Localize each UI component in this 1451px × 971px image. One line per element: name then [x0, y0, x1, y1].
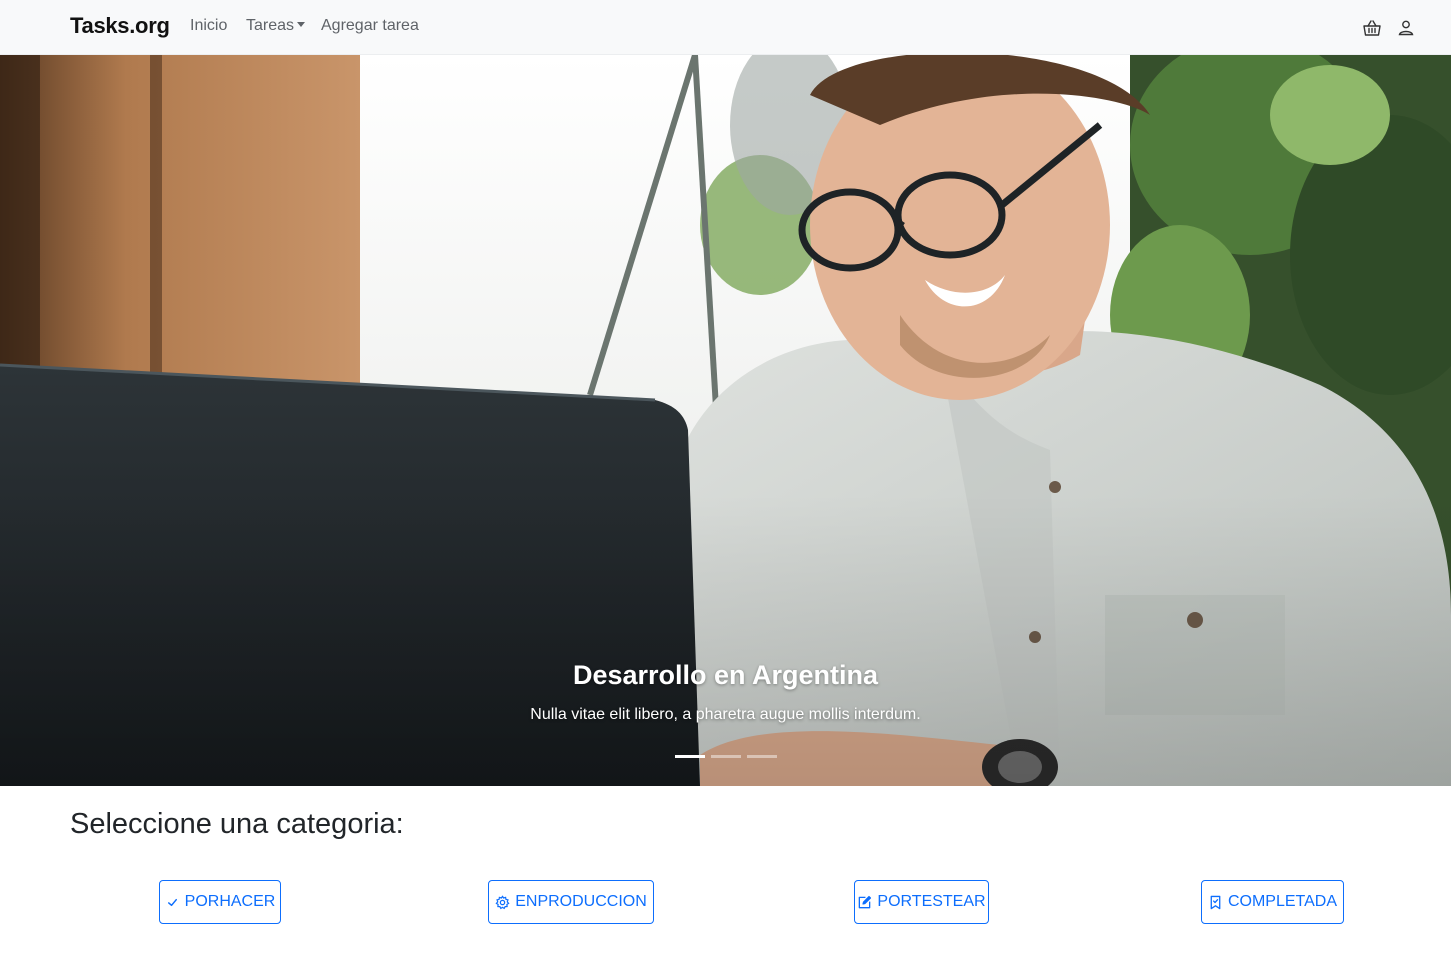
caret-down-icon — [297, 22, 306, 27]
carousel-caption-text: Nulla vitae elit libero, a pharetra augu… — [530, 706, 921, 723]
hero-carousel[interactable]: Desarrollo en Argentina Nulla vitae elit… — [0, 55, 1451, 786]
edit-icon — [859, 895, 872, 908]
bookmark-icon — [1210, 895, 1221, 909]
basket-icon[interactable] — [1361, 17, 1383, 39]
nav-link-agregar-tarea[interactable]: Agregar tarea — [321, 17, 419, 35]
navbar: Tasks.org Inicio Tareas Agregar tarea — [0, 0, 1451, 55]
category-button-portestear[interactable]: PORTESTEAR — [854, 880, 989, 924]
carousel-indicators — [0, 755, 1451, 758]
category-button-label: PORHACER — [184, 893, 276, 910]
carousel-caption-title: Desarrollo en Argentina — [572, 660, 879, 690]
category-button-label: COMPLETADA — [1227, 893, 1338, 910]
nav-dropdown-label: Tareas — [246, 17, 295, 34]
category-button-enproduccion[interactable]: ENPRODUCCION — [488, 880, 654, 924]
person-icon[interactable] — [1395, 17, 1417, 39]
carousel-indicator-1[interactable] — [674, 755, 705, 758]
category-heading: Seleccione una categoria: — [70, 808, 404, 840]
brand-logo[interactable]: Tasks.org — [70, 13, 170, 39]
gear-icon — [495, 894, 510, 909]
nav-dropdown-tareas[interactable]: Tareas — [246, 17, 306, 35]
nav-link-inicio[interactable]: Inicio — [190, 17, 227, 35]
carousel-indicator-2[interactable] — [710, 755, 741, 758]
category-button-label: PORTESTEAR — [877, 893, 986, 910]
carousel-indicator-3[interactable] — [746, 755, 777, 758]
category-button-porhacer[interactable]: PORHACER — [159, 880, 281, 924]
category-button-label: ENPRODUCCION — [515, 893, 647, 910]
check-icon — [167, 898, 177, 906]
category-button-completada[interactable]: COMPLETADA — [1201, 880, 1344, 924]
